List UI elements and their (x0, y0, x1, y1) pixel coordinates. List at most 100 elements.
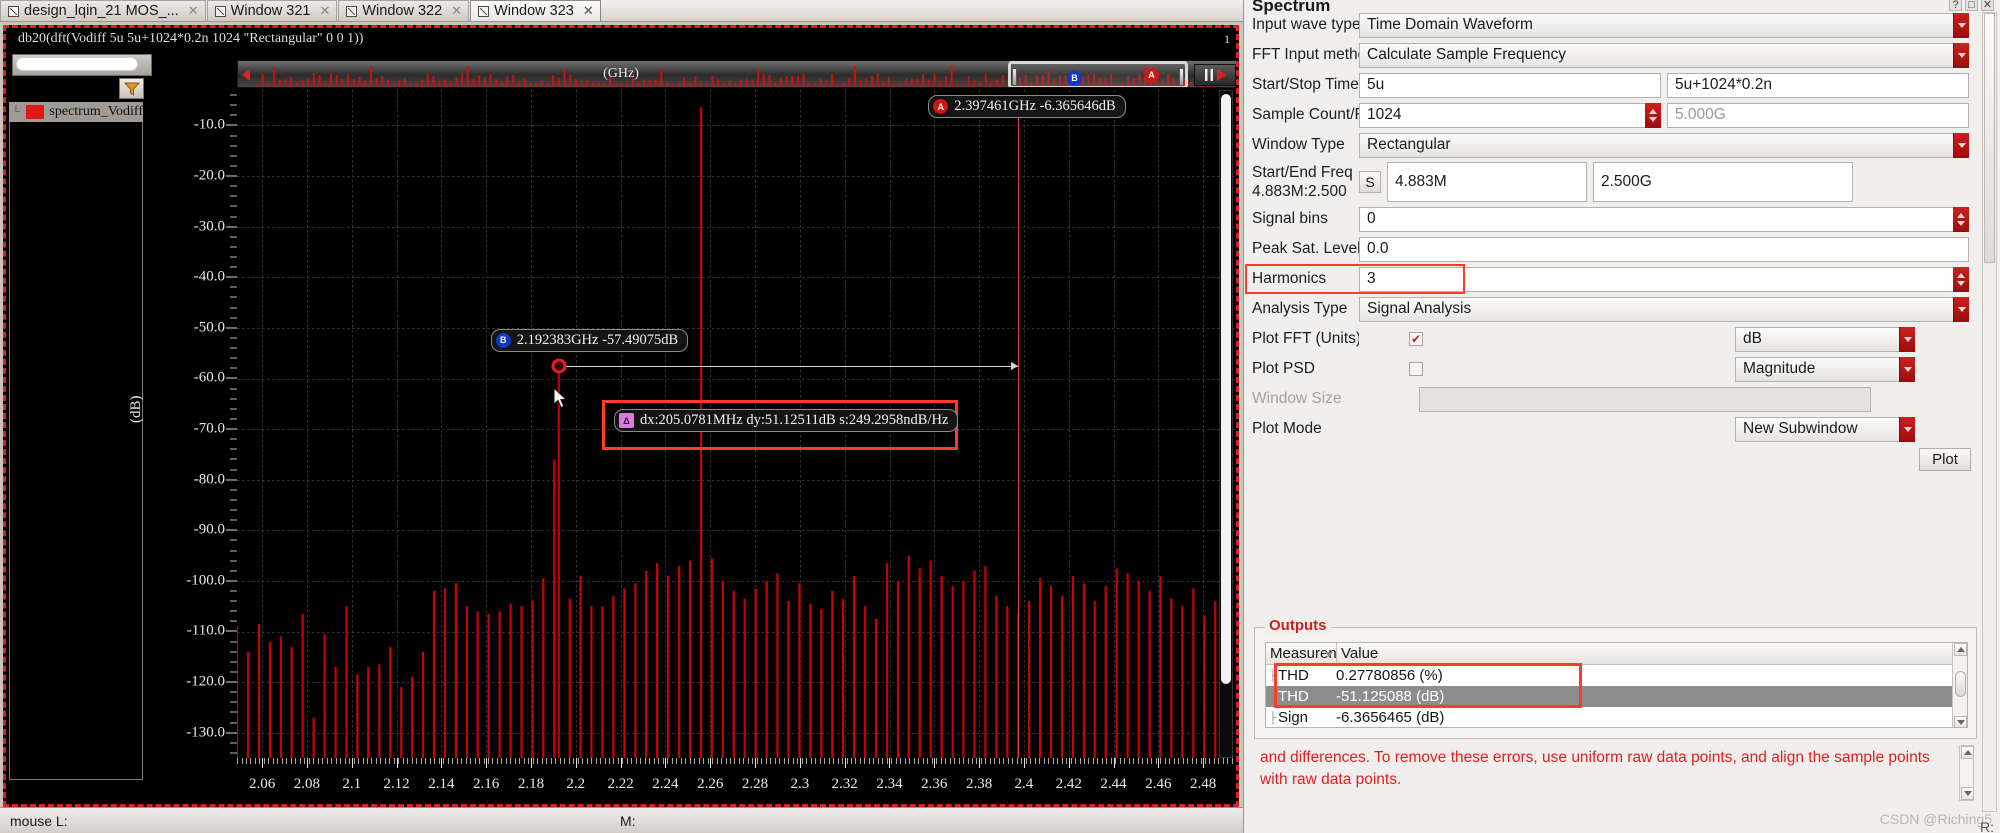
x-axis-minor-tick (1088, 758, 1090, 764)
delta-marker-label[interactable]: Δ dx:205.0781MHz dy:51.12511dB s:249.295… (614, 409, 959, 432)
y-axis-minor-tick (230, 742, 237, 744)
y-axis-major-tick (226, 226, 237, 228)
plot-fft-units-combo[interactable]: dB (1735, 326, 1915, 352)
close-icon[interactable]: ✕ (579, 3, 594, 19)
x-axis-minor-tick (1003, 758, 1005, 764)
panel-scrollbar-thumb[interactable] (1984, 13, 1995, 263)
sample-count-stepper[interactable] (1645, 102, 1661, 128)
peak-sat-level-input[interactable]: 0.0 (1359, 236, 1969, 262)
outputs-scrollbar[interactable] (1952, 643, 1967, 727)
start-time-value: 5u (1367, 76, 1385, 93)
navigator-selection[interactable]: B A (1008, 61, 1188, 87)
freq-unit-button[interactable]: S (1359, 171, 1381, 193)
marker-a-label[interactable]: A 2.397461GHz -6.365646dB (928, 95, 1126, 119)
column-value[interactable]: Value (1337, 643, 1378, 664)
y-axis-minor-tick (230, 337, 237, 339)
plot-button[interactable]: Plot (1919, 447, 1971, 471)
sample-count-input[interactable]: 1024 (1359, 102, 1661, 128)
start-time-input[interactable]: 5u (1359, 72, 1661, 98)
x-axis-minor-tick (721, 758, 722, 764)
close-icon[interactable]: ✕ (184, 3, 199, 19)
y-axis-tick-label: -20.0 (193, 167, 225, 184)
x-axis-minor-tick (1178, 758, 1180, 764)
scrollbar-thumb[interactable] (1221, 94, 1231, 684)
nav-left-arrow-icon[interactable] (242, 69, 250, 81)
close-icon[interactable]: ✕ (315, 3, 330, 19)
marker-b-label[interactable]: B 2.192383GHz -57.49075dB (490, 328, 689, 352)
plot-psd-units-combo[interactable]: Magnitude (1735, 356, 1915, 382)
harmonics-input[interactable]: 3 (1359, 266, 1969, 292)
y-axis-minor-tick (230, 489, 237, 491)
warning-scrollbar[interactable] (1959, 745, 1974, 801)
plot-psd-checkbox[interactable] (1409, 362, 1423, 376)
scroll-down-icon[interactable] (1961, 787, 1974, 800)
signal-bins-stepper[interactable] (1953, 206, 1969, 232)
x-axis-minor-tick (608, 758, 610, 764)
tree-branch-icon: └ (12, 106, 20, 118)
panel-scrollbar[interactable] (1982, 12, 1997, 812)
chevron-down-icon[interactable] (1899, 416, 1915, 442)
scroll-up-icon[interactable] (1961, 746, 1974, 759)
tab-design[interactable]: design_lqin_21 MOS_... ✕ (0, 0, 206, 21)
chevron-down-icon[interactable] (1953, 42, 1969, 68)
tab-window-322[interactable]: Window 322 ✕ (338, 0, 470, 21)
input-wave-type-combo[interactable]: Time Domain Waveform (1359, 12, 1969, 38)
stop-time-input[interactable]: 5u+1024*0.2n (1667, 72, 1969, 98)
scroll-down-icon[interactable] (1954, 716, 1967, 727)
play-pause-button[interactable] (1194, 64, 1236, 86)
end-freq-input[interactable]: 2.500G (1593, 162, 1853, 202)
outputs-scrollbar-thumb[interactable] (1955, 671, 1966, 697)
x-axis-minor-tick (1205, 758, 1206, 764)
y-axis-minor-tick (230, 550, 237, 551)
label-start-end-freq-line2: 4.883M:2.500 (1252, 183, 1347, 200)
x-axis-minor-tick (765, 758, 767, 764)
filter-button[interactable] (119, 78, 144, 99)
y-axis-major-tick (226, 124, 237, 126)
table-row[interactable]: ├ THD 0.27780856 (%) (1266, 665, 1967, 686)
y-axis-major-tick (226, 681, 237, 683)
navigator-strip[interactable]: B A (237, 60, 1236, 88)
plot-mode-combo[interactable]: New Subwindow (1735, 416, 1915, 442)
scroll-up-icon[interactable] (1954, 643, 1967, 656)
nav-grip-left[interactable] (1012, 68, 1017, 86)
signal-search-input[interactable] (16, 57, 138, 71)
x-axis-minor-tick (1061, 758, 1063, 764)
sort-descending-icon[interactable] (1325, 652, 1333, 657)
x-axis-minor-tick (788, 758, 790, 764)
plot-fft-checkbox[interactable]: ✔ (1409, 332, 1423, 346)
x-axis-minor-tick (555, 758, 557, 764)
signal-bins-input[interactable]: 0 (1359, 206, 1969, 232)
status-mouse-middle: M: (620, 812, 636, 829)
y-axis-major-tick (226, 732, 237, 734)
y-axis-minor-tick (230, 570, 237, 572)
window-type-combo[interactable]: Rectangular (1359, 132, 1969, 158)
row-window-size: Window Size (1244, 384, 1983, 414)
sample-frequency-input[interactable]: 5.000G (1667, 102, 1969, 128)
fft-input-method-combo[interactable]: Calculate Sample Frequency (1359, 42, 1969, 68)
label-plot-psd: Plot PSD (1252, 360, 1315, 377)
harmonics-stepper[interactable] (1953, 266, 1969, 292)
y-axis-minor-tick (230, 388, 237, 390)
table-row[interactable]: ├ THD -51.125088 (dB) (1266, 686, 1967, 707)
x-axis-minor-tick (864, 758, 866, 764)
chevron-down-icon[interactable] (1953, 12, 1969, 38)
analysis-type-combo[interactable]: Signal Analysis (1359, 296, 1969, 322)
chevron-down-icon[interactable] (1899, 326, 1915, 352)
chevron-down-icon[interactable] (1953, 132, 1969, 158)
tab-window-323[interactable]: Window 323 ✕ (470, 0, 601, 21)
column-measurement[interactable]: Measuren (1266, 643, 1337, 664)
chevron-down-icon[interactable] (1899, 356, 1915, 382)
chevron-down-icon[interactable] (1953, 296, 1969, 322)
close-icon[interactable]: ✕ (447, 3, 462, 19)
nav-grip-right[interactable] (1179, 68, 1184, 86)
marker-b-badge: B (1067, 70, 1082, 86)
start-freq-input[interactable]: 4.883M (1387, 162, 1587, 202)
tab-window-321[interactable]: Window 321 ✕ (206, 0, 338, 21)
y-axis-minor-tick (230, 620, 237, 622)
x-axis-tick-label: 2.2 (566, 776, 586, 792)
outputs-table[interactable]: Measuren Value ├ THD 0.27780856 (%) ├ TH… (1265, 642, 1968, 728)
table-row[interactable]: ├ Sign -6.3656465 (dB) (1266, 707, 1967, 727)
marker-b-handle[interactable] (551, 358, 567, 374)
plot-vertical-scrollbar[interactable] (1219, 90, 1233, 758)
signal-list-item[interactable]: └ spectrum_Vodiff (9, 102, 143, 122)
